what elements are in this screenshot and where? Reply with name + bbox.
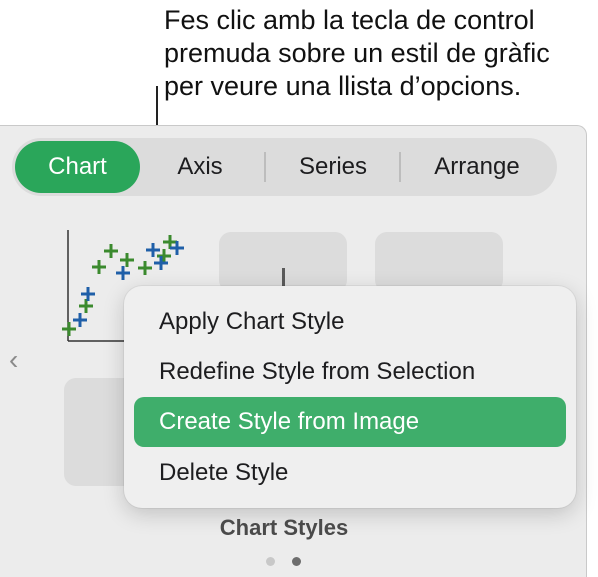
tab-arrange[interactable]: Arrange [407, 138, 547, 196]
menu-item-redefine-style[interactable]: Redefine Style from Selection [134, 347, 566, 397]
tab-separator [399, 152, 401, 182]
menu-item-delete-style[interactable]: Delete Style [134, 448, 566, 498]
callout-text: Fes clic amb la tecla de control premuda… [164, 4, 584, 103]
tab-separator [264, 152, 266, 182]
page-indicator-dot[interactable] [266, 557, 275, 566]
chart-style-thumbnail[interactable] [375, 232, 503, 292]
format-tab-bar: Chart Axis Series Arrange [12, 138, 557, 196]
menu-item-apply-chart-style[interactable]: Apply Chart Style [134, 297, 566, 347]
callout-line-3: per veure una llista d’opcions. [164, 71, 522, 101]
tab-series[interactable]: Series [270, 138, 396, 196]
menu-item-create-style-from-image[interactable]: Create Style from Image [134, 397, 566, 447]
chevron-left-icon[interactable]: ‹ [9, 345, 27, 375]
page-indicator-dot-active[interactable] [292, 557, 301, 566]
tab-chart[interactable]: Chart [15, 141, 140, 193]
chart-styles-caption: Chart Styles [219, 515, 349, 540]
chart-style-context-menu: Apply Chart Style Redefine Style from Se… [124, 286, 576, 508]
callout-line-1: Fes clic amb la tecla de control [164, 5, 535, 35]
callout-line-2: premuda sobre un estil de gràfic [164, 38, 550, 68]
tab-axis[interactable]: Axis [150, 138, 250, 196]
